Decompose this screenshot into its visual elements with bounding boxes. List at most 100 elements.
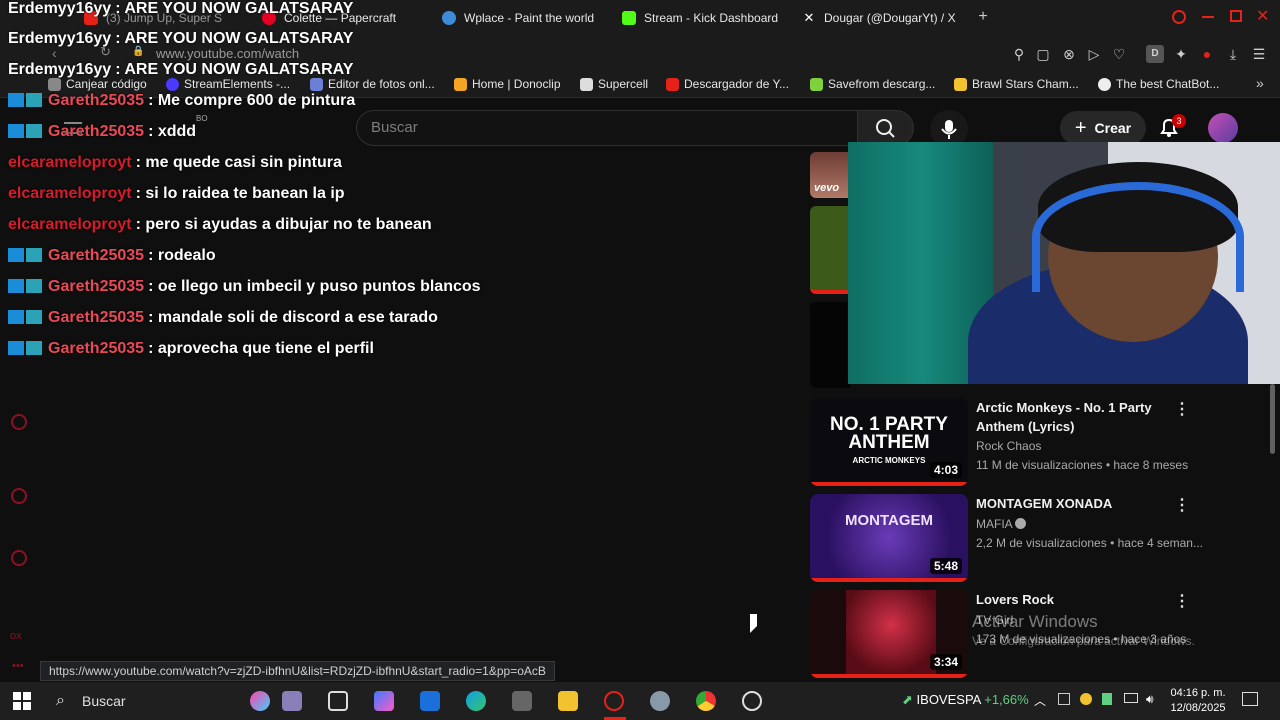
menu-icon[interactable]: ☰ bbox=[1250, 45, 1268, 63]
taskbar-search-label: Buscar bbox=[82, 693, 126, 709]
bookmark-savefrom[interactable]: Savefrom descarg... bbox=[810, 77, 935, 91]
bookmark-streamelements[interactable]: StreamElements -... bbox=[166, 77, 290, 91]
file-explorer-icon[interactable] bbox=[558, 691, 578, 711]
url-text[interactable]: www.youtube.com/watch bbox=[156, 46, 299, 61]
partial-thumbnail[interactable] bbox=[810, 302, 850, 388]
search-input[interactable]: Buscar bbox=[356, 110, 858, 146]
chat-text: : me quede casi sin pintura bbox=[135, 154, 342, 171]
app-icon[interactable] bbox=[650, 691, 670, 711]
history-icon[interactable] bbox=[11, 414, 27, 430]
scrollbar[interactable] bbox=[1270, 384, 1275, 454]
video-thumbnail[interactable]: MONTAGEM 5:48 bbox=[810, 494, 968, 582]
puzzle-icon[interactable]: ✦ bbox=[1172, 45, 1190, 63]
video-title[interactable]: Lovers Rock bbox=[976, 590, 1156, 609]
profile-icon[interactable]: ● bbox=[1198, 45, 1216, 63]
video-title[interactable]: Arctic Monkeys - No. 1 Party Anthem (Lyr… bbox=[976, 398, 1156, 436]
dots-icon[interactable]: ••• bbox=[12, 660, 24, 672]
video-thumbnail[interactable]: NO. 1 PARTY ANTHEM ARCTIC MONKEYS 4:03 bbox=[810, 398, 968, 486]
bookmark-editor[interactable]: Editor de fotos onl... bbox=[310, 77, 435, 91]
taskbar-clock[interactable]: 04:16 p. m. 12/08/2025 bbox=[1162, 686, 1234, 716]
clock-time: 04:16 p. m. bbox=[1170, 687, 1226, 699]
tab-kick[interactable]: Stream - Kick Dashboard bbox=[622, 6, 778, 30]
create-button[interactable]: + Crear bbox=[1060, 111, 1146, 145]
stock-change: +1,66% bbox=[984, 692, 1029, 707]
bookmark-chatbot[interactable]: The best ChatBot... bbox=[1098, 77, 1219, 91]
close-window-icon[interactable]: ✕ bbox=[1256, 6, 1269, 26]
chat-badge-icon bbox=[8, 124, 24, 138]
balloons-icon bbox=[250, 691, 270, 711]
task-view-icon[interactable] bbox=[328, 691, 348, 711]
tab-wplace[interactable]: Wplace - Paint the world bbox=[442, 6, 594, 30]
chevron-up-icon[interactable]: ︿ bbox=[1034, 692, 1046, 709]
chat-badge-icon bbox=[26, 310, 42, 324]
chat-message: elcarameloproyt: me quede casi sin pintu… bbox=[8, 154, 342, 172]
bookmark-supercell[interactable]: Supercell bbox=[580, 77, 648, 91]
play-icon[interactable]: ▷ bbox=[1085, 45, 1103, 63]
taskbar-search[interactable]: ⌕ Buscar bbox=[46, 686, 242, 716]
heart-icon[interactable]: ♡ bbox=[1110, 45, 1128, 63]
minimize-icon[interactable] bbox=[1202, 16, 1214, 18]
new-tab-icon[interactable]: + bbox=[975, 9, 991, 25]
partial-thumbnail[interactable]: vevo bbox=[810, 152, 850, 198]
clock-icon[interactable] bbox=[11, 488, 27, 504]
bookmark-label: Supercell bbox=[598, 77, 649, 91]
chat-badge-icon bbox=[8, 310, 24, 324]
country-code: BO bbox=[196, 114, 208, 123]
chat-text: : Me compre 600 de pintura bbox=[148, 92, 356, 109]
more-options-icon[interactable]: ⋮ bbox=[1174, 594, 1190, 610]
more-options-icon[interactable]: ⋮ bbox=[1174, 402, 1190, 418]
obs-icon[interactable] bbox=[742, 691, 762, 711]
notifications-center-icon[interactable] bbox=[1242, 692, 1258, 706]
volume-icon[interactable]: 🔊︎ bbox=[1146, 692, 1154, 707]
bookmark-donoclip[interactable]: Home | Donoclip bbox=[454, 77, 561, 91]
channel-name[interactable]: MAFIA bbox=[976, 517, 1027, 531]
opera-gx-icon[interactable] bbox=[604, 691, 624, 711]
more-icon[interactable]: ox bbox=[10, 630, 22, 642]
widgets-icon[interactable] bbox=[282, 691, 302, 711]
search-button[interactable] bbox=[858, 110, 914, 146]
x-icon: ✕ bbox=[803, 10, 815, 25]
video-title[interactable]: MONTAGEM XONADA bbox=[976, 494, 1156, 513]
bookmark-descargador[interactable]: Descargador de Y... bbox=[666, 77, 789, 91]
more-options-icon[interactable]: ⋮ bbox=[1174, 498, 1190, 514]
search-tabs-icon[interactable] bbox=[1172, 10, 1186, 24]
store-icon[interactable] bbox=[420, 691, 440, 711]
crop-icon[interactable]: ▢ bbox=[1034, 45, 1052, 63]
stock-widget[interactable]: ⬈ IBOVESPA +1,66% bbox=[902, 692, 1029, 708]
maximize-icon[interactable] bbox=[1230, 10, 1242, 22]
windows-start-icon[interactable] bbox=[13, 692, 31, 710]
extension-d-icon[interactable]: D bbox=[1146, 45, 1164, 63]
tab-x[interactable]: ✕ Dougar (@DougarYt) / X bbox=[802, 6, 956, 30]
plus-icon: + bbox=[1074, 116, 1087, 139]
battery-icon[interactable] bbox=[1102, 693, 1112, 705]
chrome-icon[interactable] bbox=[696, 691, 716, 711]
settings-icon[interactable] bbox=[11, 550, 27, 566]
pin-icon[interactable]: ⚲ bbox=[1010, 45, 1028, 63]
tray-app-icon[interactable] bbox=[1080, 693, 1092, 705]
chat-message: elcarameloproyt: si lo raidea te banean … bbox=[8, 185, 345, 203]
clock-date: 12/08/2025 bbox=[1170, 702, 1226, 714]
app-icon[interactable] bbox=[512, 691, 532, 711]
copilot-icon[interactable] bbox=[374, 691, 394, 711]
channel-name[interactable]: Rock Chaos bbox=[976, 439, 1041, 453]
chat-text: : ARE YOU NOW GALATSARAY bbox=[115, 30, 354, 47]
network-icon[interactable] bbox=[1124, 693, 1138, 703]
video-thumbnail[interactable]: 3:34 bbox=[810, 590, 968, 678]
edge-icon[interactable] bbox=[466, 691, 486, 711]
chat-text: : rodealo bbox=[148, 247, 216, 264]
bookmark-brawlstars[interactable]: Brawl Stars Cham... bbox=[954, 77, 1079, 91]
chat-text: : mandale soli de discord a ese tarado bbox=[148, 309, 438, 326]
chat-username: Gareth25035 bbox=[48, 123, 145, 140]
download-icon[interactable]: ⤓ bbox=[1224, 45, 1242, 63]
savefrom-icon bbox=[810, 77, 823, 91]
bookmark-label: Brawl Stars Cham... bbox=[972, 77, 1079, 91]
avatar[interactable] bbox=[1208, 113, 1238, 143]
chat-badge-icon bbox=[26, 124, 42, 138]
partial-thumbnail[interactable] bbox=[810, 206, 850, 294]
more-bookmarks-icon[interactable]: » bbox=[1256, 75, 1264, 91]
chat-text: : si lo raidea te banean la ip bbox=[135, 185, 345, 202]
tray-icon[interactable] bbox=[1058, 693, 1070, 705]
block-icon[interactable]: ⊗ bbox=[1060, 45, 1078, 63]
mouse-cursor-icon bbox=[750, 614, 757, 633]
bookmark-canjear[interactable]: Canjear código bbox=[48, 77, 147, 91]
